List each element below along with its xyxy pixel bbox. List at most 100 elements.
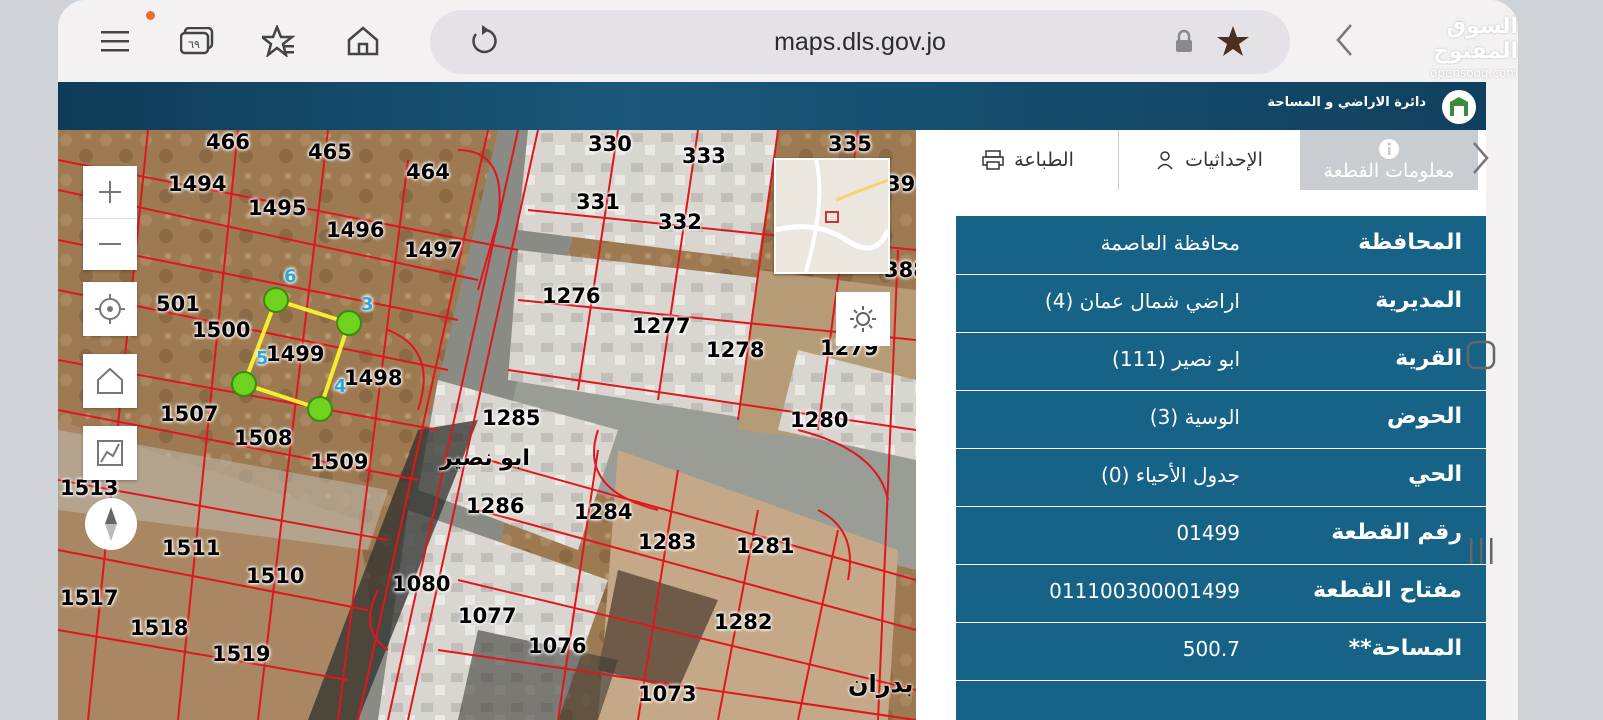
parcel-label[interactable]: 1519 <box>212 642 270 666</box>
info-value: الوسية (3) <box>1149 405 1240 429</box>
info-value: 011100300001499 <box>1049 579 1240 603</box>
info-value: 500.7 <box>1182 637 1240 661</box>
compass-icon <box>105 507 117 541</box>
parcel-label[interactable]: 466 <box>206 130 250 154</box>
info-row: مفتاح القطعة 011100300001499 <box>956 564 1486 623</box>
info-value: محافظة العاصمة <box>1100 231 1240 255</box>
parcel-label[interactable]: 1077 <box>458 604 516 628</box>
edge-panel <box>1428 0 1518 720</box>
vertex-label: 3 <box>361 294 374 315</box>
info-row: المساحة** 500.7 <box>956 622 1486 681</box>
tab-coordinates[interactable]: الإحداثيات <box>1119 130 1299 190</box>
locate-button[interactable] <box>83 282 137 336</box>
vertex-label: 6 <box>284 266 297 287</box>
overview-minimap[interactable] <box>774 158 890 274</box>
info-value: 01499 <box>1176 521 1240 545</box>
parcel-label[interactable]: 1510 <box>246 564 304 588</box>
parcel-label[interactable]: 1497 <box>404 238 462 262</box>
recent-apps-icon[interactable] <box>1466 536 1496 566</box>
forward-arrow-icon[interactable] <box>1468 140 1492 176</box>
parcel-label[interactable]: 1500 <box>192 318 250 342</box>
sun-icon <box>850 306 876 332</box>
zoom-in-button[interactable] <box>83 166 137 219</box>
site-title: دائرة الاراضي و المساحة <box>1267 95 1426 110</box>
parcel-label[interactable]: 1495 <box>248 196 306 220</box>
parcel-label[interactable]: 1276 <box>542 284 600 308</box>
parcel-label[interactable]: 39 <box>886 172 915 196</box>
url-text[interactable]: maps.dls.gov.jo <box>430 28 1290 57</box>
parcel-label[interactable]: 330 <box>588 132 632 156</box>
info-row: الحوض الوسية (3) <box>956 390 1486 449</box>
parcel-label[interactable]: 1280 <box>790 408 848 432</box>
minimap-imagery <box>776 160 888 272</box>
minus-icon <box>99 243 121 246</box>
parcel-label[interactable]: 1286 <box>466 494 524 518</box>
tab-print[interactable]: الطباعة <box>938 130 1119 190</box>
parcel-label[interactable]: 332 <box>658 210 702 234</box>
tab-label: الطباعة <box>1014 149 1074 171</box>
info-value: جدول الأحياء (0) <box>1101 463 1240 487</box>
parcel-label[interactable]: 333 <box>682 144 726 168</box>
map-view[interactable]: 6 5 3 4 466 465 464 1494 1495 1496 1497 … <box>58 130 916 720</box>
parcel-label[interactable]: 1285 <box>482 406 540 430</box>
parcel-label[interactable]: 1494 <box>168 172 226 196</box>
parcel-label[interactable]: 1511 <box>162 536 220 560</box>
star-icon[interactable] <box>1216 24 1250 62</box>
home-icon <box>97 367 123 394</box>
browser-toolbar: ٦٩ maps.dls.gov.jo السوق المفتوح opensoo… <box>58 0 1518 82</box>
bookmarks-star-icon[interactable] <box>258 20 300 62</box>
tabs-icon[interactable]: ٦٩ <box>176 20 218 62</box>
parcel-label[interactable]: 1282 <box>714 610 772 634</box>
place-label-abu-nseir: ابو نصير <box>440 446 530 471</box>
parcel-label[interactable]: 465 <box>308 140 352 164</box>
scrollbar[interactable] <box>938 216 956 720</box>
parcel-label[interactable]: 1278 <box>706 338 764 362</box>
browser-window: ٦٩ maps.dls.gov.jo السوق المفتوح opensoo… <box>58 0 1518 720</box>
panel-tabs: الطباعة الإحداثيات معلومات القطعة <box>938 130 1478 190</box>
info-row: القرية ابو نصير (111) <box>956 332 1486 391</box>
parcel-label[interactable]: 1509 <box>310 450 368 474</box>
measure-button[interactable] <box>83 426 137 480</box>
parcel-info-panel: الطباعة الإحداثيات معلومات القطعة المحاف… <box>916 130 1486 720</box>
parcel-label[interactable]: 464 <box>406 160 450 184</box>
notification-dot <box>146 11 155 20</box>
square-icon[interactable] <box>1466 340 1496 370</box>
zoom-out-button[interactable] <box>83 219 137 271</box>
parcel-info-table: المحافظة محافظة العاصمة المديرية اراضي شما… <box>938 216 1486 720</box>
home-icon[interactable] <box>342 20 384 62</box>
place-label-badran: بدران <box>848 670 914 698</box>
parcel-label[interactable]: 1507 <box>160 402 218 426</box>
parcel-label[interactable]: 1284 <box>574 500 632 524</box>
parcel-label[interactable]: 1508 <box>234 426 292 450</box>
parcel-label selected-parcel-label[interactable]: 1499 <box>266 342 324 366</box>
parcel-label[interactable]: 1277 <box>632 314 690 338</box>
parcel-label[interactable]: 1080 <box>392 572 450 596</box>
home-extent-button[interactable] <box>83 354 137 408</box>
parcel-label[interactable]: 1498 <box>344 366 402 390</box>
compass-button[interactable] <box>85 498 137 550</box>
brightness-button[interactable] <box>836 292 890 346</box>
parcel-label[interactable]: 1496 <box>326 218 384 242</box>
address-bar[interactable]: maps.dls.gov.jo <box>430 10 1290 74</box>
parcel-label[interactable]: 1073 <box>638 682 696 706</box>
print-icon <box>982 150 1004 170</box>
parcel-label[interactable]: 1517 <box>60 586 118 610</box>
tab-label: الإحداثيات <box>1185 149 1263 171</box>
lock-icon[interactable] <box>1174 29 1194 58</box>
info-value: ابو نصير (111) <box>1112 347 1240 371</box>
measure-icon <box>97 440 123 466</box>
zoom-control <box>83 166 137 270</box>
info-value: اراضي شمال عمان (4) <box>1044 289 1240 313</box>
parcel-label[interactable]: 1076 <box>528 634 586 658</box>
parcel-label[interactable]: 335 <box>828 132 872 156</box>
menu-icon[interactable] <box>94 20 136 62</box>
parcel-label[interactable]: 1283 <box>638 530 696 554</box>
back-arrow-icon[interactable] <box>1333 22 1357 62</box>
parcel-label[interactable]: 331 <box>576 190 620 214</box>
parcel-label[interactable]: 1518 <box>130 616 188 640</box>
info-row: المديرية اراضي شمال عمان (4) <box>956 274 1486 333</box>
parcel-label[interactable]: 1281 <box>736 534 794 558</box>
info-row: الحي جدول الأحياء (0) <box>956 448 1486 507</box>
parcel-label[interactable]: 501 <box>156 292 200 316</box>
info-icon <box>1379 139 1399 159</box>
